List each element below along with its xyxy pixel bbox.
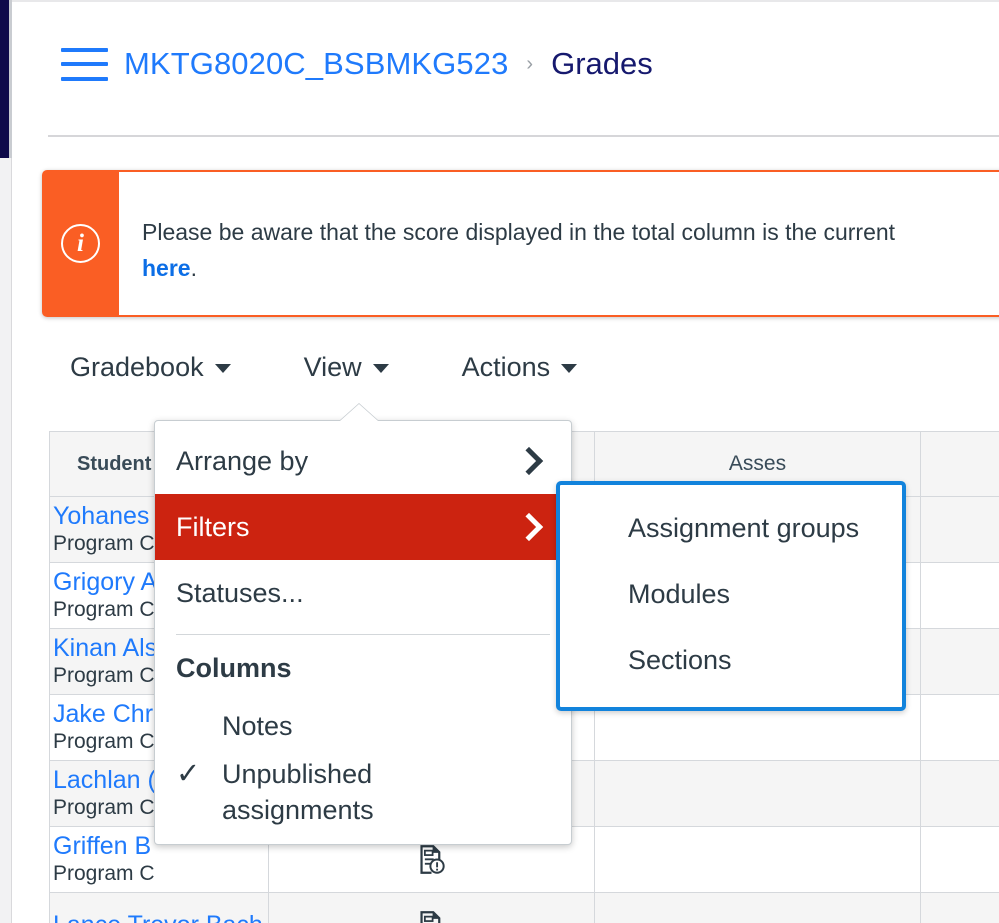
submenu-item-label: Assignment groups [628,513,859,544]
hamburger-icon[interactable] [61,48,108,81]
student-secondary-info: Program C [53,597,155,623]
unpublished-assignment-icon [418,844,445,875]
menu-item-label: Filters [176,512,250,543]
submenu-item-sections[interactable]: Sections [560,627,902,693]
column-header-title: Asses [729,452,786,476]
view-menu-button[interactable]: View [304,352,389,383]
submenu-item-label: Sections [628,645,732,676]
info-icon: i [61,224,100,263]
menu-item-notes[interactable]: Notes [155,702,571,750]
student-secondary-info: Program C [53,729,155,755]
chevron-down-icon [561,364,577,373]
gradebook-menu-button[interactable]: Gradebook [70,352,231,383]
menu-item-unpublished-assignments[interactable]: ✓ Unpublished assignments [155,750,571,834]
menu-group-title-columns: Columns [155,643,571,702]
menu-item-label: Unpublished assignments [222,756,522,828]
student-cell[interactable]: Lance Trevor Bach [50,893,269,923]
chevron-right-icon [515,447,543,475]
grade-cell[interactable] [595,893,921,923]
alert-line2-suffix: . [191,255,197,281]
grade-cell[interactable] [595,761,921,826]
gradebook-menu-label: Gradebook [70,352,204,383]
submenu-item-assignment-groups[interactable]: Assignment groups [560,495,902,561]
student-name-link[interactable]: Kinan Als [53,634,157,663]
breadcrumb-separator-icon: › [526,53,533,76]
hamburger-bar [61,48,108,52]
menu-item-arrange-by[interactable]: Arrange by [155,428,571,494]
view-menu-label: View [304,352,362,383]
actions-menu-button[interactable]: Actions [462,352,578,383]
student-secondary-info: Program C [53,861,155,887]
student-secondary-info: Program C [53,531,155,557]
checkmark-icon: ✓ [176,756,222,792]
submenu-item-modules[interactable]: Modules [560,561,902,627]
menu-item-label: Statuses... [176,578,304,609]
page-title: Grades [551,46,653,82]
actions-menu-label: Actions [462,352,551,383]
global-nav-rail [0,0,9,158]
table-row[interactable]: Lance Trevor Bach [50,893,999,923]
filters-submenu: Assignment groups Modules Sections [556,481,906,711]
submenu-item-label: Modules [628,579,730,610]
menu-item-label: Arrange by [176,446,308,477]
alert-icon-bar: i [42,170,119,317]
student-name-link[interactable]: Griffen B [53,832,151,861]
chevron-down-icon [373,364,389,373]
chevron-right-icon [515,513,543,541]
grade-cell[interactable] [269,893,595,923]
page-header: MKTG8020C_BSBMKG523 › Grades [12,2,999,138]
student-secondary-info: Program C [53,795,155,821]
menu-item-label: Notes [222,708,293,744]
view-dropdown-menu: Arrange by Filters Statuses... Columns N… [154,420,572,845]
student-name-link[interactable]: Jake Chri [53,700,159,729]
nav-rail-divider [9,0,12,158]
student-name-link[interactable]: Grigory A [53,568,157,597]
header-divider [48,135,999,137]
view-menu-pointer [340,404,378,421]
breadcrumb-course-link[interactable]: MKTG8020C_BSBMKG523 [124,46,508,82]
unpublished-assignment-icon [418,910,445,923]
hamburger-bar [61,77,108,81]
student-name-link[interactable]: Yohanes [53,502,149,531]
menu-divider [176,634,550,635]
gradebook-toolbar: Gradebook View Actions [70,352,577,383]
menu-item-filters[interactable]: Filters [155,494,571,560]
alert-message-line2: here. [142,250,999,286]
page-gutter-divider [11,158,12,923]
alert-message-line1: Please be aware that the score displayed… [142,214,999,250]
student-name-link[interactable]: Lachlan ( [53,766,156,795]
info-alert-banner: i Please be aware that the score display… [42,170,999,317]
breadcrumb: MKTG8020C_BSBMKG523 › Grades [61,46,653,82]
page-gutter [0,158,11,923]
menu-item-statuses[interactable]: Statuses... [155,560,571,626]
column-header-student-label: Student [77,453,151,476]
student-name-link[interactable]: Lance Trevor Bach [53,911,263,923]
hamburger-bar [61,62,108,66]
alert-message-body: Please be aware that the score displayed… [119,170,999,317]
student-secondary-info: Program C [53,663,155,689]
grade-cell[interactable] [595,827,921,892]
chevron-down-icon [215,364,231,373]
alert-here-link[interactable]: here [142,255,191,281]
